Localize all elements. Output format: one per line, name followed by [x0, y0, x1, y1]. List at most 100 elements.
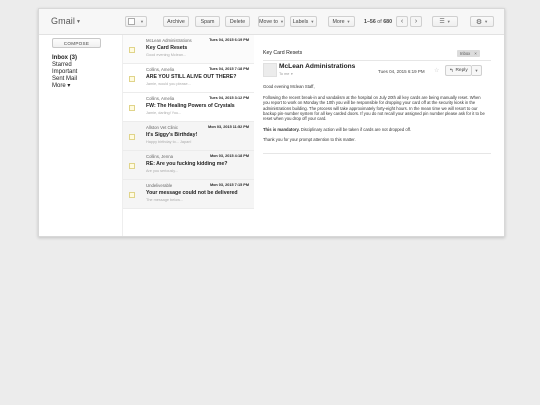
chevron-down-icon: ▼	[474, 68, 479, 73]
nav-list: Inbox (3) Starred Important Sent Mail Mo…	[52, 55, 77, 90]
list-item[interactable]: Undeliverable Mon 03, 2015 7:15 PM Your …	[123, 180, 254, 209]
delete-button[interactable]: Delete	[225, 16, 250, 27]
mandatory-rest: Disciplinary action will be taken if car…	[299, 127, 412, 132]
pager-of: of	[377, 19, 382, 25]
top-toolbar: Gmail▼ ▼ Archive Spam Delete Move to ▼ La…	[39, 9, 504, 35]
chevron-down-icon: ▼	[446, 19, 451, 24]
message-date: Tues 04, 2015 6:19 PM	[378, 69, 425, 74]
reply-label: Reply	[455, 68, 468, 73]
list-item[interactable]: McLean Administrations Tues 04, 2015 6:1…	[123, 35, 254, 64]
row-date: Tues 04, 2015 3:12 PM	[209, 96, 249, 100]
row-snippet: Good evening Mclean...	[146, 53, 187, 57]
compose-button[interactable]: COMPOSE	[52, 38, 101, 48]
reply-button[interactable]: ↰ Reply	[445, 65, 472, 76]
inbox-label-badge[interactable]: Inbox ×	[457, 50, 480, 57]
pager-total: 680	[383, 19, 393, 25]
message-list: McLean Administrations Tues 04, 2015 6:1…	[122, 35, 255, 236]
labels-button[interactable]: Labels ▼	[290, 16, 317, 27]
gmail-window: Gmail▼ ▼ Archive Spam Delete Move to ▼ La…	[38, 8, 505, 237]
row-subject: It's Siggy's Birthday!	[146, 132, 198, 138]
body-greeting: Good evening Mclean Staff,	[263, 84, 315, 89]
list-item[interactable]: Allston Vet Clinic Mon 03, 2015 11:52 PM…	[123, 122, 254, 151]
message-more-button[interactable]: ▼	[472, 65, 482, 76]
pager-range: 1–56	[364, 19, 376, 25]
chevron-right-icon: ›	[414, 18, 418, 25]
move-to-button[interactable]: Move to ▼	[258, 16, 285, 27]
chevron-left-icon: ‹	[400, 18, 404, 25]
row-sender: Collins, Amelia	[146, 96, 175, 101]
list-item[interactable]: Collins, Amelia Tues 04, 2015 3:12 PM FW…	[123, 93, 254, 122]
avatar	[263, 63, 277, 77]
select-all-button[interactable]: ▼	[125, 16, 147, 27]
row-date: Mon 03, 2015 11:52 PM	[208, 125, 249, 129]
row-snippet: Happy birthday to... Japan!	[146, 140, 192, 144]
mandatory-bold: This is mandatory.	[263, 127, 300, 132]
list-item[interactable]: Collins, Amelia Tues 04, 2015 7:18 PM AR…	[123, 64, 254, 93]
row-checkbox[interactable]	[129, 163, 135, 169]
body-mandatory: This is mandatory. Disciplinary action w…	[263, 127, 487, 132]
row-snippet: Jamie, would you please...	[146, 82, 191, 86]
star-icon[interactable]: ☆	[434, 67, 439, 74]
row-checkbox[interactable]	[129, 134, 135, 140]
row-date: Tues 04, 2015 7:18 PM	[209, 67, 249, 71]
chevron-down-icon: ▼	[76, 18, 82, 25]
move-to-label: Move to	[259, 18, 278, 25]
row-sender: Collins, Jenna	[146, 154, 173, 159]
row-snippet: The message below...	[146, 198, 183, 202]
gmail-logo[interactable]: Gmail▼	[51, 16, 81, 26]
row-checkbox[interactable]	[129, 76, 135, 82]
pager-count: 1–56 of 680	[364, 19, 392, 25]
header-divider	[263, 60, 491, 61]
nav-item-starred[interactable]: Starred	[52, 62, 77, 69]
list-item[interactable]: Collins, Jenna Mon 03, 2015 4:18 PM RE: …	[123, 151, 254, 180]
prev-page-button[interactable]: ‹	[396, 16, 408, 27]
row-date: Mon 03, 2015 7:15 PM	[209, 183, 249, 187]
row-subject: FW: The Healing Powers of Crystals	[146, 103, 235, 109]
badge-label: Inbox	[460, 51, 471, 56]
more-button[interactable]: More ▼	[328, 16, 355, 27]
row-subject: Key Card Resets	[146, 45, 188, 51]
row-sender: McLean Administrations	[146, 38, 192, 43]
chevron-down-icon: ▼	[310, 19, 315, 24]
archive-button[interactable]: Archive	[163, 16, 189, 27]
recipient-label: To me	[279, 72, 290, 76]
left-nav: COMPOSE Inbox (3) Starred Important Sent…	[39, 35, 122, 236]
chevron-down-icon: ▼	[346, 19, 351, 24]
row-subject: ARE YOU STILL ALIVE OUT THERE?	[146, 74, 237, 80]
nav-item-inbox[interactable]: Inbox (3)	[52, 55, 77, 62]
checkbox-icon	[128, 18, 136, 25]
row-sender: Undeliverable	[146, 183, 173, 188]
chevron-down-icon: ▼	[290, 72, 294, 76]
row-date: Tues 04, 2015 6:19 PM	[209, 38, 249, 42]
density-button[interactable]: ☰ ▼	[432, 16, 458, 27]
next-page-button[interactable]: ›	[410, 16, 422, 27]
row-snippet: Jamie, darling! You...	[146, 111, 182, 115]
row-sender: Allston Vet Clinic	[146, 125, 179, 130]
row-subject: RE: Are you fucking kidding me?	[146, 161, 228, 167]
row-sender: Collins, Amelia	[146, 67, 175, 72]
reading-pane: Key Card Resets Inbox × McLean Administra…	[254, 35, 504, 236]
sender-name[interactable]: McLean Administrations	[279, 63, 355, 70]
row-checkbox[interactable]	[129, 47, 135, 53]
nav-item-more[interactable]: More ▾	[52, 83, 77, 90]
chevron-down-icon: ▼	[140, 19, 144, 24]
row-date: Mon 03, 2015 4:18 PM	[209, 154, 249, 158]
spam-button[interactable]: Spam	[195, 16, 220, 27]
body-divider	[263, 153, 491, 154]
body-paragraph: Following the recent break-in and vandal…	[263, 95, 485, 122]
nav-item-important[interactable]: Important	[52, 69, 77, 76]
settings-button[interactable]: ⚙ ▼	[470, 16, 494, 27]
gear-icon: ⚙	[475, 18, 483, 26]
labels-label: Labels	[292, 18, 309, 25]
row-checkbox[interactable]	[129, 105, 135, 111]
more-label: More	[332, 18, 345, 25]
logo-text: Gmail	[51, 16, 76, 26]
close-icon[interactable]: ×	[474, 51, 477, 56]
recipient-line[interactable]: To me ▼	[279, 72, 293, 76]
message-subject: Key Card Resets	[263, 50, 303, 56]
reply-icon: ↰	[449, 67, 454, 74]
row-subject: Your message could not be delivered	[146, 190, 238, 196]
nav-item-sent[interactable]: Sent Mail	[52, 76, 77, 83]
row-checkbox[interactable]	[129, 192, 135, 198]
chevron-down-icon: ▼	[279, 19, 284, 24]
